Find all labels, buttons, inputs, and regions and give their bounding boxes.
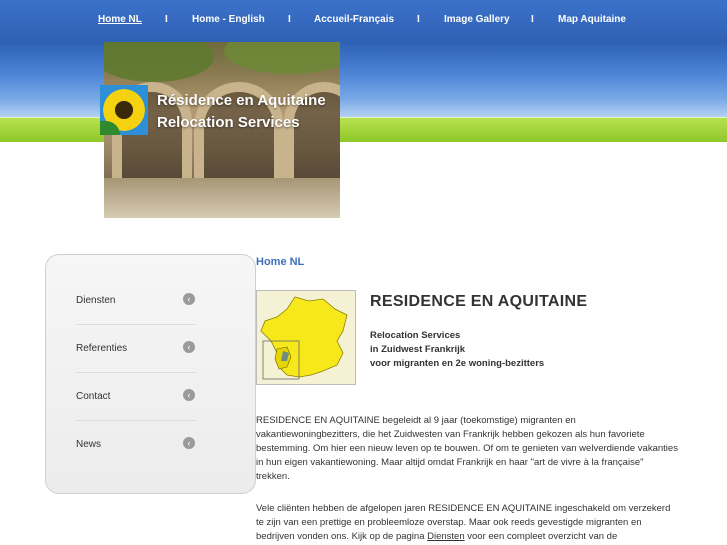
chevron-left-icon: ‹ bbox=[183, 341, 195, 353]
clients-line: Vele cliënten hebben de afgelopen jaren … bbox=[256, 503, 671, 514]
intro-line: RESIDENCE EN AQUITAINE begeleidt al 9 ja… bbox=[256, 415, 576, 426]
nav-map-aquitaine[interactable]: Map Aquitaine bbox=[558, 14, 626, 25]
site-title-line2: Relocation Services bbox=[157, 114, 300, 131]
chevron-left-icon: ‹ bbox=[183, 437, 195, 449]
sidebar-item-referenties[interactable]: Referenties ‹ bbox=[76, 341, 196, 391]
sidebar-divider bbox=[76, 372, 196, 373]
subtitle-line3: voor migranten en 2e woning-bezitters bbox=[370, 358, 545, 369]
nav-separator: I bbox=[417, 14, 420, 25]
sidebar-divider bbox=[76, 324, 196, 325]
clients-line: bedrijven vonden ons. Kijk op de pagina … bbox=[256, 530, 700, 544]
nav-separator: I bbox=[531, 14, 534, 25]
nav-home-nl[interactable]: Home NL bbox=[98, 14, 142, 25]
nav-separator: I bbox=[288, 14, 291, 25]
nav-home-english[interactable]: Home - English bbox=[192, 14, 265, 25]
chevron-left-icon: ‹ bbox=[183, 389, 195, 401]
france-map-image bbox=[256, 290, 356, 385]
intro-line: vakantiewoningbezitters, die het Zuidwes… bbox=[256, 429, 645, 440]
breadcrumb: Home NL bbox=[256, 256, 305, 268]
nav-separator: I bbox=[165, 14, 168, 25]
sidebar-item-contact[interactable]: Contact ‹ bbox=[76, 389, 196, 439]
clients-text: bedrijven vonden ons. Kijk op de pagina bbox=[256, 531, 428, 542]
clients-text: voor een compleet overzicht van de bbox=[464, 531, 618, 542]
subtitle-line2: in Zuidwest Frankrijk bbox=[370, 344, 466, 355]
sidebar-item-news[interactable]: News ‹ bbox=[76, 437, 196, 487]
nav-accueil-francais[interactable]: Accueil-Français bbox=[314, 14, 394, 25]
site-title-line1: Résidence en Aquitaine bbox=[157, 92, 326, 109]
clients-paragraph: Vele cliënten hebben de afgelopen jaren … bbox=[256, 502, 700, 544]
sunflower-logo bbox=[100, 85, 148, 135]
sidebar-menu: Diensten ‹ Referenties ‹ Contact ‹ News … bbox=[45, 254, 256, 494]
site-title: Résidence en Aquitaine Relocation Servic… bbox=[157, 90, 326, 134]
sidebar-divider bbox=[76, 420, 196, 421]
subtitle-line1: Relocation Services bbox=[370, 330, 461, 341]
intro-line: trekken. bbox=[256, 471, 290, 482]
nav-image-gallery[interactable]: Image Gallery bbox=[444, 14, 510, 25]
intro-paragraph: RESIDENCE EN AQUITAINE begeleidt al 9 ja… bbox=[256, 414, 700, 484]
sidebar-item-label: Diensten bbox=[76, 295, 116, 306]
france-map-icon bbox=[257, 291, 355, 384]
main-nav: Home NL I Home - English I Accueil-Franç… bbox=[0, 14, 727, 28]
clients-line: te zijn van een prettige en probleemloze… bbox=[256, 517, 642, 528]
sidebar-item-label: News bbox=[76, 439, 102, 450]
sidebar-item-diensten[interactable]: Diensten ‹ bbox=[76, 293, 196, 343]
diensten-link[interactable]: Diensten bbox=[427, 531, 465, 542]
chevron-left-icon: ‹ bbox=[183, 293, 195, 305]
sidebar-item-label: Contact bbox=[76, 391, 111, 402]
sidebar-item-label: Referenties bbox=[76, 343, 128, 354]
page-title: RESIDENCE EN AQUITAINE bbox=[370, 293, 588, 310]
intro-line: bestemming. Om hier een nieuw leven op t… bbox=[256, 443, 678, 454]
intro-line: in hun eigen vakantiewoning. Maar altijd… bbox=[256, 457, 644, 468]
